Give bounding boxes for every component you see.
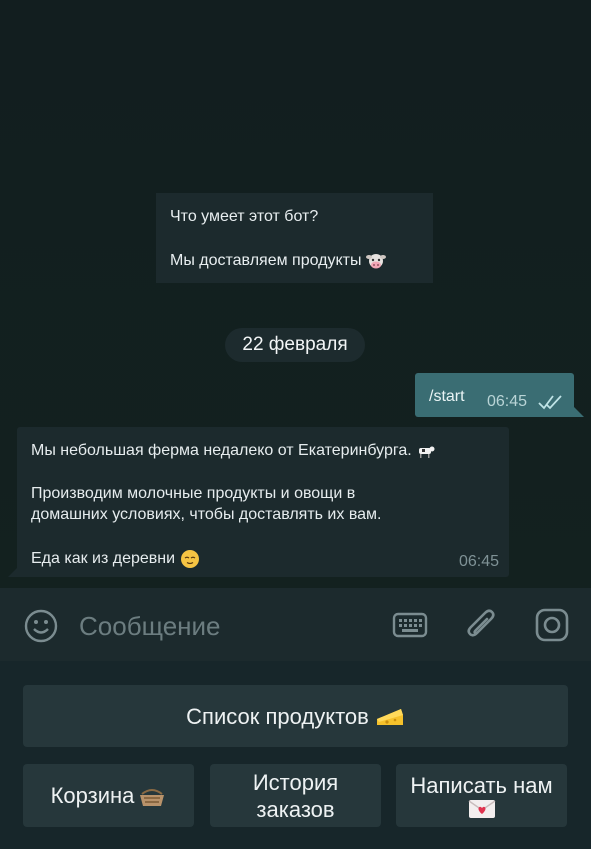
message-line: Мы небольшая ферма недалеко от Екатеринб… xyxy=(31,442,412,459)
message-line: Производим молочные продукты и овощи в xyxy=(31,485,356,502)
message-time: 06:45 xyxy=(487,393,528,410)
message-input[interactable]: Сообщение xyxy=(79,611,221,642)
cheese-icon xyxy=(376,709,403,725)
camera-icon[interactable] xyxy=(535,608,569,642)
double-check-icon xyxy=(538,395,562,410)
date-separator: 22 февраля xyxy=(225,328,365,362)
attach-icon[interactable] xyxy=(466,608,498,644)
bot-info-description: Мы доставляем продукты xyxy=(170,252,362,270)
message-line: Еда как из деревни xyxy=(31,550,176,568)
love-letter-icon xyxy=(468,800,495,818)
message-text: /start xyxy=(429,388,465,405)
basket-icon xyxy=(140,788,165,806)
bot-info-card: Что умеет этот бот? Мы доставляем продук… xyxy=(156,193,433,283)
bot-keyboard: Список продуктов Корзина История заказов… xyxy=(0,661,591,849)
contact-us-button[interactable]: Написать нам xyxy=(396,764,567,827)
message-line: домашних условиях, чтобы доставлять их в… xyxy=(31,506,382,523)
incoming-message[interactable]: Мы небольшая ферма недалеко от Екатеринб… xyxy=(8,427,509,577)
outgoing-message[interactable]: /start 06:45 xyxy=(415,373,584,417)
message-time: 06:45 xyxy=(458,553,499,570)
cow-face-icon xyxy=(365,254,386,269)
cow-icon xyxy=(419,446,435,458)
order-history-button[interactable]: История заказов xyxy=(210,764,381,827)
chat-area: Что умеет этот бот? Мы доставляем продук… xyxy=(0,0,591,588)
emoji-icon[interactable] xyxy=(24,609,58,643)
keyboard-icon[interactable] xyxy=(392,612,428,638)
message-input-bar: Сообщение xyxy=(0,588,591,661)
products-button[interactable]: Список продуктов xyxy=(23,685,568,747)
cart-button[interactable]: Корзина xyxy=(23,764,194,827)
bot-info-title: Что умеет этот бот? xyxy=(170,208,319,225)
relieved-face-icon xyxy=(180,550,199,568)
